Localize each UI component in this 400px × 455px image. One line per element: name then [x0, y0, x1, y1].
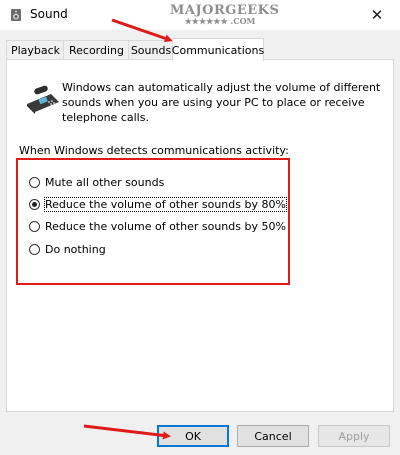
section-label: When Windows detects communications acti… [19, 144, 289, 157]
option-do-nothing[interactable]: Do nothing [29, 241, 106, 257]
option-label: Reduce the volume of other sounds by 50% [45, 219, 286, 233]
radio-button[interactable] [29, 243, 40, 255]
tab-communications[interactable]: Communications [172, 38, 264, 61]
radio-button[interactable] [29, 220, 40, 232]
option-reduce-80[interactable]: Reduce the volume of other sounds by 80% [29, 196, 287, 212]
window-title: Sound [30, 7, 68, 21]
telephone-icon [27, 85, 59, 114]
tab-playback[interactable]: Playback [6, 40, 65, 60]
close-button[interactable]: ✕ [354, 0, 400, 30]
watermark-logo: MAJORGEEKS ★★★★★★ .COM [170, 3, 280, 26]
speaker-icon [11, 9, 21, 21]
apply-button: Apply [318, 425, 390, 447]
option-reduce-50[interactable]: Reduce the volume of other sounds by 50% [29, 218, 286, 234]
cancel-button[interactable]: Cancel [237, 425, 309, 447]
arrow-to-ok-button [83, 424, 171, 440]
description-text: Windows can automatically adjust the vol… [62, 81, 381, 124]
ok-button[interactable]: OK [157, 425, 229, 447]
radio-button[interactable] [29, 176, 40, 188]
radio-button-selected[interactable] [29, 198, 40, 210]
tab-recording[interactable]: Recording [63, 40, 130, 60]
option-mute-all[interactable]: Mute all other sounds [29, 174, 164, 190]
option-label: Mute all other sounds [45, 175, 165, 189]
close-icon: ✕ [370, 6, 384, 24]
tab-sounds[interactable]: Sounds [128, 40, 174, 60]
option-label: Reduce the volume of other sounds by 80% [44, 196, 287, 212]
tab-strip: Playback Recording Sounds Communications [6, 38, 396, 61]
communications-panel: Windows can automatically adjust the vol… [6, 59, 394, 412]
option-label: Do nothing [45, 242, 106, 256]
